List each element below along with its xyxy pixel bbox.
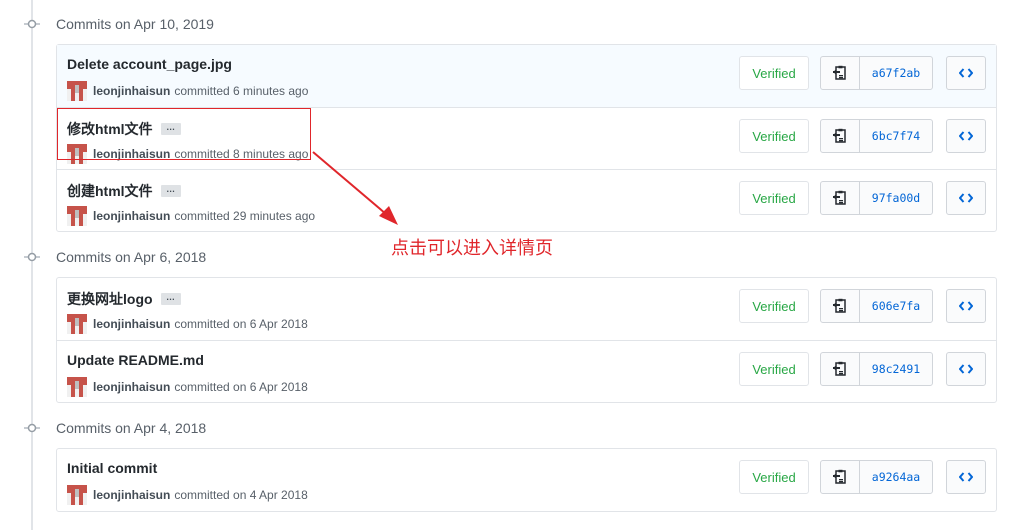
commit-message-link[interactable]: Update README.md	[67, 352, 204, 368]
commit-group-title: Commits on Apr 4, 2018	[56, 420, 207, 436]
identicon-avatar[interactable]	[67, 206, 87, 226]
commit-row[interactable]: 创建html文件 … leonjinhaisun committed 29 min…	[57, 169, 996, 231]
commit-author-link[interactable]: leonjinhaisun	[93, 488, 170, 502]
identicon-avatar[interactable]	[67, 377, 87, 397]
sha-button-group: 98c2491	[820, 352, 933, 386]
ellipsis-expander-button[interactable]: …	[160, 293, 181, 305]
commit-row[interactable]: Update README.md leonjinhaisun committed…	[57, 340, 996, 402]
clippy-icon[interactable]	[821, 461, 860, 493]
code-icon[interactable]	[946, 289, 986, 323]
identicon-avatar[interactable]	[67, 314, 87, 334]
commit-message-link[interactable]: 创建html文件	[67, 181, 153, 201]
clippy-icon[interactable]	[821, 57, 860, 89]
commit-row[interactable]: Delete account_page.jpg leonjinhaisun co…	[57, 45, 996, 107]
verified-badge[interactable]: Verified	[739, 119, 809, 153]
clippy-icon[interactable]	[821, 182, 860, 214]
code-icon[interactable]	[946, 460, 986, 494]
code-icon[interactable]	[946, 352, 986, 386]
sha-button-group: 606e7fa	[820, 289, 933, 323]
git-commit-icon	[24, 16, 40, 32]
verified-badge[interactable]: Verified	[739, 352, 809, 386]
commit-row[interactable]: 更换网址logo … leonjinhaisun committed on 6 A…	[57, 278, 996, 340]
clippy-icon[interactable]	[821, 290, 860, 322]
commit-list: 更换网址logo … leonjinhaisun committed on 6 A…	[56, 277, 997, 403]
sha-button-group: a9264aa	[820, 460, 933, 494]
clippy-icon[interactable]	[821, 353, 860, 385]
verified-badge[interactable]: Verified	[739, 289, 809, 323]
commit-time: committed 29 minutes ago	[174, 209, 316, 223]
commit-group-title: Commits on Apr 6, 2018	[56, 249, 207, 265]
commit-list: Initial commit leonjinhaisun committed o…	[56, 448, 997, 512]
commit-sha-link[interactable]: 97fa00d	[860, 182, 932, 214]
commit-group-title: Commits on Apr 10, 2019	[56, 16, 214, 32]
annotation-label: 点击可以进入详情页	[391, 238, 553, 259]
commit-row[interactable]: Initial commit leonjinhaisun committed o…	[57, 449, 996, 511]
sha-button-group: 97fa00d	[820, 181, 933, 215]
commit-author-link[interactable]: leonjinhaisun	[93, 317, 170, 331]
identicon-avatar[interactable]	[67, 485, 87, 505]
commit-author-link[interactable]: leonjinhaisun	[93, 209, 170, 223]
commit-time: committed on 6 Apr 2018	[174, 380, 308, 394]
sha-button-group: a67f2ab	[820, 56, 933, 90]
commit-message-link[interactable]: Delete account_page.jpg	[67, 56, 232, 72]
commit-sha-link[interactable]: 6bc7f74	[860, 120, 932, 152]
git-commit-icon	[24, 249, 40, 265]
git-commit-icon	[24, 420, 40, 436]
commit-message-link[interactable]: 更换网址logo	[67, 289, 153, 309]
code-icon[interactable]	[946, 181, 986, 215]
ellipsis-expander-button[interactable]: …	[160, 185, 181, 197]
code-icon[interactable]	[946, 56, 986, 90]
commit-time: committed on 6 Apr 2018	[174, 317, 308, 331]
clippy-icon[interactable]	[821, 120, 860, 152]
verified-badge[interactable]: Verified	[739, 460, 809, 494]
commit-sha-link[interactable]: a67f2ab	[860, 57, 932, 89]
identicon-avatar[interactable]	[67, 81, 87, 101]
commit-time: committed 6 minutes ago	[174, 84, 309, 98]
annotation-highlight-box	[57, 108, 311, 160]
commit-time: committed on 4 Apr 2018	[174, 488, 308, 502]
sha-button-group: 6bc7f74	[820, 119, 933, 153]
code-icon[interactable]	[946, 119, 986, 153]
verified-badge[interactable]: Verified	[739, 181, 809, 215]
commit-author-link[interactable]: leonjinhaisun	[93, 380, 170, 394]
commit-sha-link[interactable]: 606e7fa	[860, 290, 932, 322]
commit-author-link[interactable]: leonjinhaisun	[93, 84, 170, 98]
commit-sha-link[interactable]: 98c2491	[860, 353, 932, 385]
timeline-line	[31, 0, 33, 530]
commit-message-link[interactable]: Initial commit	[67, 460, 157, 476]
verified-badge[interactable]: Verified	[739, 56, 809, 90]
commit-sha-link[interactable]: a9264aa	[860, 461, 932, 493]
